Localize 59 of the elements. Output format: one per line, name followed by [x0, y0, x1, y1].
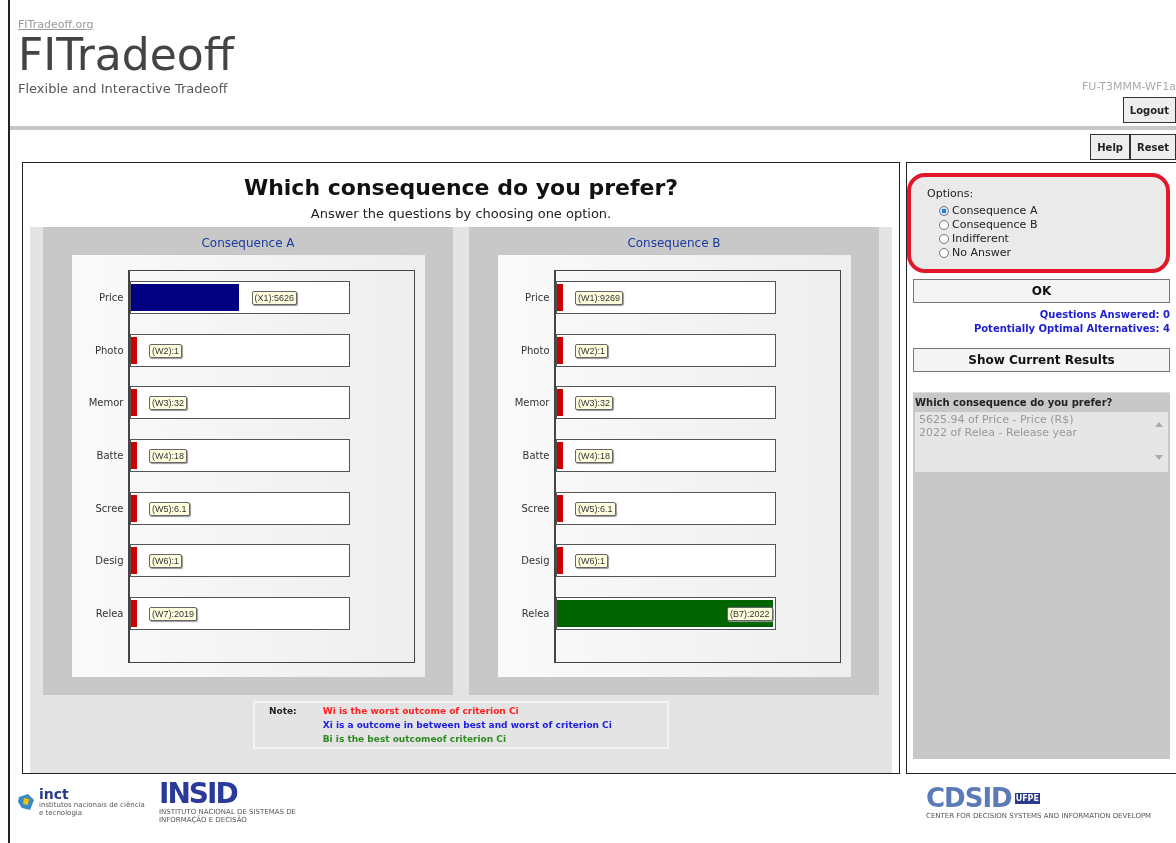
question-title: Which consequence do you prefer? — [243, 175, 679, 200]
note-label: Note: — [269, 706, 297, 718]
criterion-label: Photo — [93, 344, 125, 356]
note-line: Xi is a outcome in between best and worst of criterion Ci — [322, 720, 612, 730]
value-tag: (X1):5626 — [251, 290, 298, 305]
value-tag: (B7):2022 — [726, 607, 773, 622]
logout-button[interactable]: Logout — [1122, 97, 1176, 123]
reset-button[interactable]: Reset — [1130, 134, 1176, 160]
results-button[interactable]: Show Current Results — [913, 348, 1170, 372]
criterion-label: Price — [98, 291, 125, 303]
insid-logo-text: INSID — [159, 780, 238, 808]
ok-button[interactable]: OK — [913, 279, 1170, 303]
user-code: FU-T3MMM-WF1a — [1082, 80, 1176, 93]
note-line: Wi is the worst outcome of criterion Ci — [322, 706, 520, 716]
value-tag: (W1):9269 — [575, 290, 624, 305]
value-tag: (W5):6.1 — [149, 501, 190, 516]
note-line: Bi is the best outcomeof criterion Ci — [322, 734, 507, 744]
stat-text: Potentially Optimal Alternatives: 4 — [973, 323, 1170, 334]
options-label: Options: — [927, 187, 975, 200]
criterion-label: Relea — [520, 608, 551, 620]
criterion-label: Relea — [94, 608, 125, 620]
criterion-label: Photo — [519, 344, 551, 356]
stat-text: Questions Answered: 0 — [1039, 309, 1170, 320]
criterion-label: Price — [524, 291, 551, 303]
value-tag: (W4):18 — [149, 448, 188, 463]
site-subtitle: Flexible and Interactive Tradeoff — [18, 81, 229, 96]
value-tag: (W6):1 — [575, 554, 609, 569]
value-tag: (W3):32 — [575, 396, 614, 411]
consequence-title: Consequence B — [627, 236, 721, 250]
value-tag: (W4):18 — [575, 448, 614, 463]
option-radio[interactable]: Consequence A — [939, 204, 1150, 217]
summary-line: 2022 of Relea - Release year — [919, 426, 1078, 439]
value-tag: (W5):6.1 — [575, 501, 616, 516]
option-radio[interactable]: Indifferent — [939, 232, 1150, 245]
criterion-label: Memor — [87, 397, 125, 409]
inct-logo-text: inct — [39, 787, 70, 801]
criterion-label: Memor — [513, 397, 551, 409]
option-radio[interactable]: Consequence B — [939, 218, 1150, 231]
value-tag: (W2):1 — [575, 343, 609, 358]
ufpe-badge: UFPE — [1014, 792, 1040, 804]
cdsid-logo-text: CDSID — [926, 784, 1012, 812]
site-title: FITradeoff — [18, 31, 234, 79]
value-tag: (W6):1 — [149, 554, 183, 569]
criterion-label: Batte — [95, 449, 125, 461]
criterion-label: Desig — [94, 555, 125, 567]
map-icon — [16, 792, 36, 812]
help-button[interactable]: Help — [1090, 134, 1130, 160]
criterion-label: Scree — [520, 502, 551, 514]
question-instruction: Answer the questions by choosing one option. — [310, 206, 612, 221]
criterion-label: Desig — [520, 555, 551, 567]
summary-title: Which consequence do you prefer? — [915, 397, 1114, 408]
criterion-label: Scree — [94, 502, 125, 514]
value-tag: (W2):1 — [149, 343, 183, 358]
value-tag: (W3):32 — [149, 396, 188, 411]
value-tag: (W7):2019 — [149, 607, 198, 622]
consequence-title: Consequence A — [201, 236, 295, 250]
summary-line: 5625.94 of Price - Price (R$) — [919, 413, 1075, 426]
option-radio[interactable]: No Answer — [939, 246, 1150, 259]
criterion-label: Batte — [521, 449, 551, 461]
